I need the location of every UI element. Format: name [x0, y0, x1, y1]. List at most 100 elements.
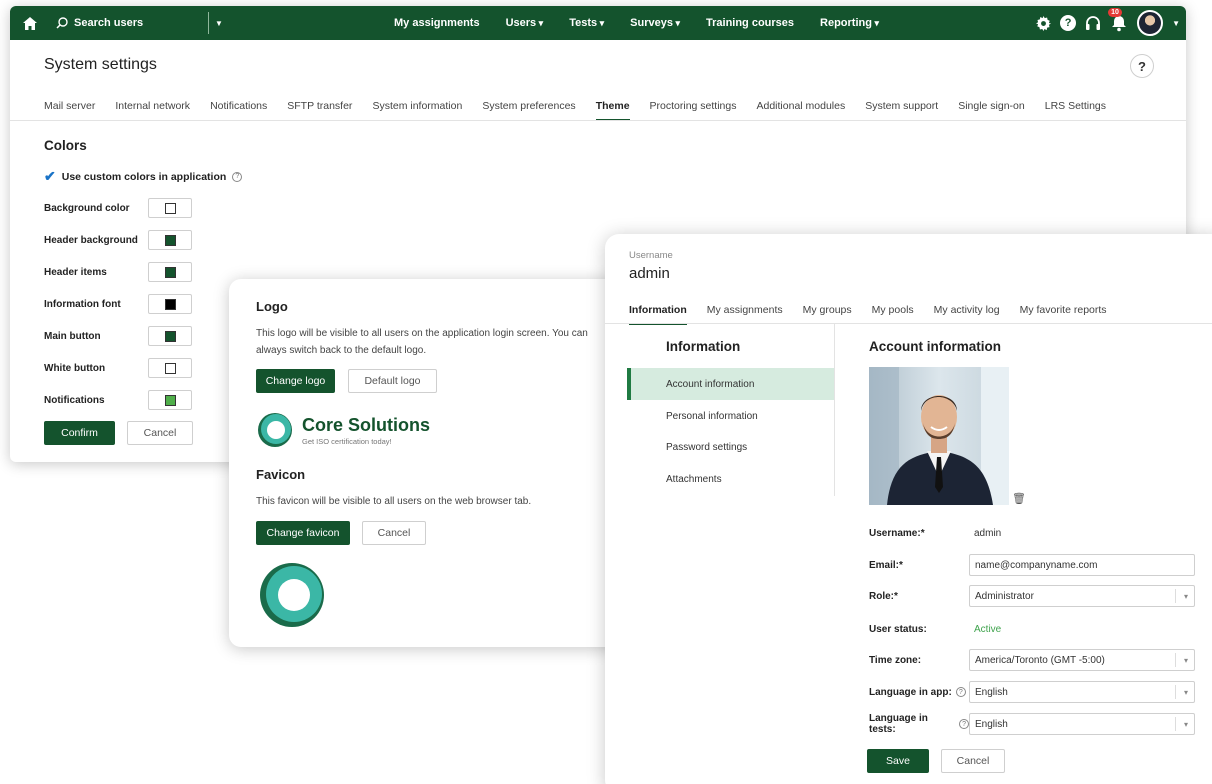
change-logo-button[interactable]: Change logo	[256, 369, 335, 393]
color-picker[interactable]	[148, 262, 192, 282]
tab-my-groups[interactable]: My groups	[803, 304, 852, 325]
color-swatch	[164, 234, 176, 246]
color-picker[interactable]	[148, 198, 192, 218]
core-solutions-logo-icon	[258, 413, 292, 447]
help-icon[interactable]: ?	[1060, 15, 1077, 31]
field-row-role: Role:* Administrator	[869, 585, 1195, 607]
default-logo-button[interactable]: Default logo	[348, 369, 437, 393]
color-label: Main button	[44, 330, 101, 342]
field-row-user-status: User status: Active	[869, 618, 1001, 640]
color-row-white-button: White button	[44, 358, 192, 378]
color-picker[interactable]	[148, 358, 192, 378]
status-field-label: User status:	[869, 623, 927, 635]
user-search[interactable]: Search users	[50, 17, 205, 29]
page-title: System settings	[44, 56, 157, 73]
tab-my-pools[interactable]: My pools	[872, 304, 914, 325]
sidebar-item-attachments[interactable]: Attachments	[627, 463, 834, 495]
sidebar-item-account-information[interactable]: Account information	[627, 368, 834, 400]
tab-information[interactable]: Information	[629, 304, 687, 325]
color-row-main-button: Main button	[44, 326, 192, 346]
info-icon[interactable]: ?	[232, 171, 243, 182]
tab-my-assignments[interactable]: My assignments	[707, 304, 783, 325]
info-icon[interactable]: ?	[955, 687, 966, 697]
sidebar-item-password-settings[interactable]: Password settings	[627, 431, 834, 463]
tab-lrs-settings[interactable]: LRS Settings	[1045, 100, 1106, 121]
tab-notifications[interactable]: Notifications	[210, 100, 267, 121]
color-picker[interactable]	[148, 390, 192, 410]
logo-heading: Logo	[256, 299, 288, 314]
tab-my-favorite-reports[interactable]: My favorite reports	[1020, 304, 1107, 325]
sidebar-item-personal-information[interactable]: Personal information	[627, 400, 834, 432]
user-avatar[interactable]	[1137, 10, 1164, 36]
brand-tagline: Get ISO certification today!	[302, 436, 392, 446]
tab-system-information[interactable]: System information	[372, 100, 462, 121]
color-label: Notifications	[44, 394, 105, 406]
color-swatch	[164, 266, 176, 278]
logo-settings-card: Logo This logo will be visible to all us…	[229, 279, 629, 647]
gear-icon[interactable]	[1036, 15, 1052, 31]
headset-icon[interactable]	[1085, 15, 1101, 31]
tab-internal-network[interactable]: Internal network	[115, 100, 190, 121]
language-tests-select[interactable]: English	[969, 713, 1195, 735]
top-navigation-bar: Search users ▼ My assignments Users Test…	[10, 6, 1186, 40]
nav-my-assignments[interactable]: My assignments	[394, 17, 480, 29]
username-value: admin	[974, 527, 1002, 539]
color-row-information-font: Information font	[44, 294, 192, 314]
save-button[interactable]: Save	[867, 749, 929, 773]
role-field-label: Role:*	[869, 590, 898, 602]
cancel-button[interactable]: Cancel	[127, 421, 193, 445]
custom-colors-checkbox[interactable]: ✔ Use custom colors in application ?	[44, 168, 243, 185]
info-icon[interactable]: ?	[959, 719, 969, 729]
page-help-button[interactable]: ?	[1130, 54, 1154, 78]
change-favicon-button[interactable]: Change favicon	[256, 521, 350, 545]
profile-username: admin	[629, 265, 670, 282]
field-row-email: Email:* name@companyname.com	[869, 554, 1195, 576]
search-icon	[56, 17, 68, 29]
favicon-cancel-button[interactable]: Cancel	[362, 521, 426, 545]
nav-surveys[interactable]: Surveys	[630, 17, 680, 29]
nav-tests[interactable]: Tests	[569, 17, 604, 29]
brand-name: Core Solutions	[302, 414, 431, 435]
tab-my-activity-log[interactable]: My activity log	[934, 304, 1000, 325]
chevron-down-icon[interactable]: ▼	[215, 19, 223, 28]
confirm-button[interactable]: Confirm	[44, 421, 115, 445]
tab-system-preferences[interactable]: System preferences	[482, 100, 575, 121]
color-row-header-background: Header background	[44, 230, 192, 250]
notifications-bell-icon[interactable]: 10	[1108, 8, 1128, 32]
lang-app-label-group: Language in app: ?	[869, 687, 969, 698]
color-picker[interactable]	[148, 294, 192, 314]
language-app-select[interactable]: English	[969, 681, 1195, 703]
lang-app-field-label: Language in app:	[869, 686, 952, 698]
favicon-heading: Favicon	[256, 467, 306, 482]
color-row-notifications: Notifications	[44, 390, 192, 410]
profile-tabs: Information My assignments My groups My …	[629, 304, 1127, 325]
field-row-username: Username:* admin	[869, 522, 1001, 544]
search-input[interactable]: Search users	[74, 17, 143, 29]
color-picker[interactable]	[148, 326, 192, 346]
lang-tests-field-label: Language in tests:	[869, 713, 928, 735]
nav-reporting[interactable]: Reporting	[820, 17, 879, 29]
profile-cancel-button[interactable]: Cancel	[941, 749, 1005, 773]
tab-system-support[interactable]: System support	[865, 100, 938, 121]
tab-sftp-transfer[interactable]: SFTP transfer	[287, 100, 352, 121]
color-row-header-items: Header items	[44, 262, 192, 282]
checkmark-icon[interactable]: ✔	[44, 168, 56, 185]
nav-training-courses[interactable]: Training courses	[706, 17, 794, 29]
nav-users[interactable]: Users	[506, 17, 544, 29]
tab-single-sign-on[interactable]: Single sign-on	[958, 100, 1025, 121]
color-picker[interactable]	[148, 230, 192, 250]
tab-proctoring-settings[interactable]: Proctoring settings	[650, 100, 737, 121]
notification-count-badge: 10	[1108, 8, 1122, 17]
timezone-select[interactable]: America/Toronto (GMT -5:00)	[969, 649, 1195, 671]
profile-photo[interactable]	[869, 367, 1009, 505]
color-swatch	[164, 394, 176, 406]
tabs-divider	[10, 120, 1186, 121]
email-field[interactable]: name@companyname.com	[969, 554, 1195, 576]
tab-additional-modules[interactable]: Additional modules	[757, 100, 846, 121]
chevron-down-icon[interactable]: ▼	[1172, 19, 1180, 28]
home-icon[interactable]	[10, 6, 50, 40]
tab-theme[interactable]: Theme	[595, 100, 630, 121]
tab-mail-server[interactable]: Mail server	[44, 100, 95, 121]
role-select[interactable]: Administrator	[969, 585, 1195, 607]
delete-photo-icon[interactable]: 🗑	[1012, 492, 1026, 505]
